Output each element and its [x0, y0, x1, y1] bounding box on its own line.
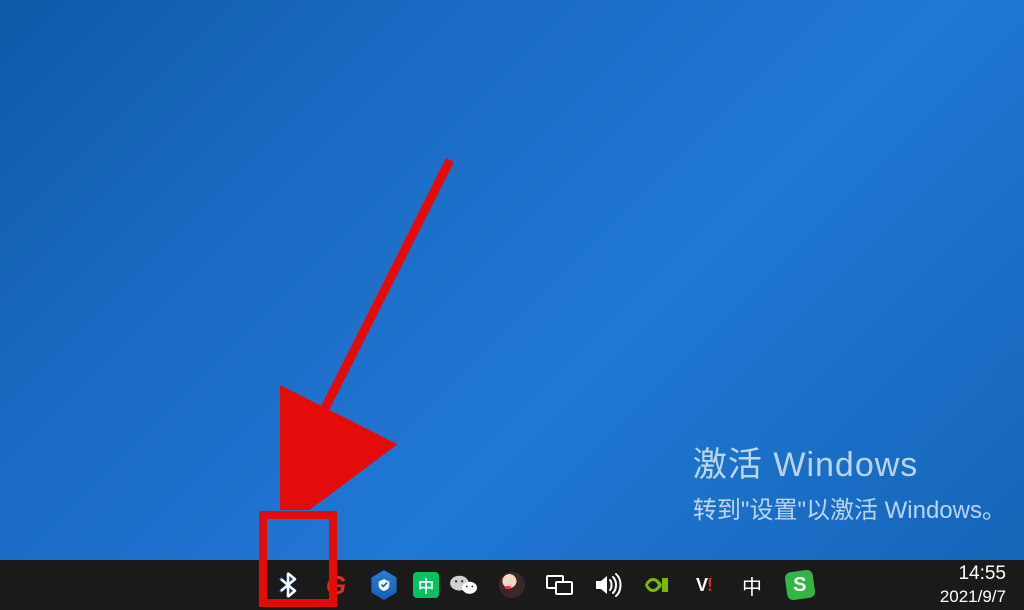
- bluetooth-icon[interactable]: [270, 567, 306, 603]
- system-tray: G 中: [260, 560, 818, 610]
- activation-subtitle: 转到"设置"以激活 Windows。: [693, 490, 1006, 525]
- media-app-icon[interactable]: [494, 567, 530, 603]
- ime-indicator[interactable]: 中: [734, 567, 770, 603]
- sogou-ime-icon[interactable]: S: [782, 567, 818, 603]
- vi-app-icon[interactable]: V!: [686, 567, 722, 603]
- taskbar: G 中: [0, 560, 1024, 610]
- game-g-icon[interactable]: G: [318, 567, 354, 603]
- activation-watermark: 激活 Windows 转到"设置"以激活 Windows。: [693, 437, 1006, 525]
- annotation-arrow: [280, 150, 480, 510]
- volume-icon[interactable]: [590, 567, 626, 603]
- taskbar-clock[interactable]: 14:55 2021/9/7: [940, 560, 1006, 610]
- clock-time: 14:55: [958, 562, 1006, 587]
- tencent-manager-icon[interactable]: [366, 567, 402, 603]
- desktop-background[interactable]: 激活 Windows 转到"设置"以激活 Windows。: [0, 0, 1024, 560]
- clock-date: 2021/9/7: [940, 586, 1006, 608]
- network-icon[interactable]: [542, 567, 578, 603]
- wechat-zhong-icon[interactable]: 中: [408, 567, 444, 603]
- wechat-icon[interactable]: [446, 567, 482, 603]
- activation-title: 激活 Windows: [693, 437, 1006, 486]
- nvidia-icon[interactable]: [638, 567, 674, 603]
